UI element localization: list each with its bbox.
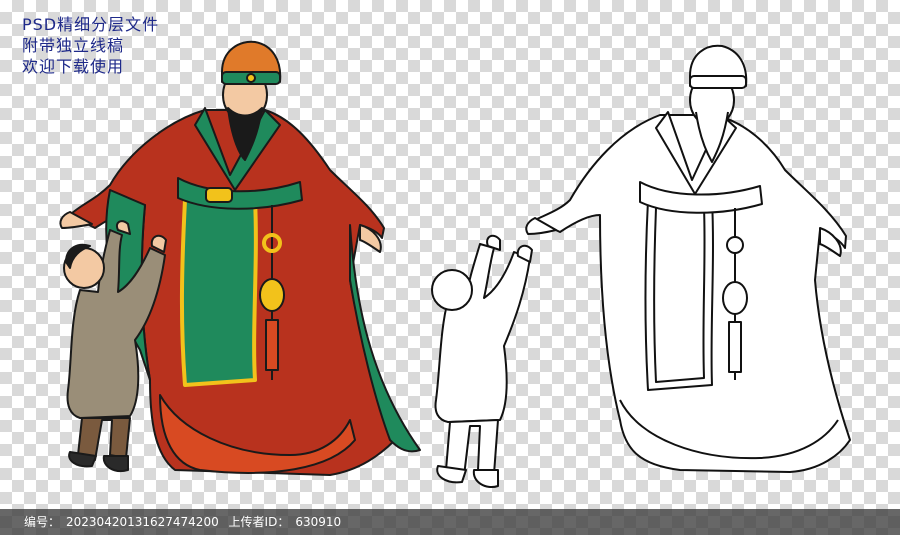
image-id-label: 编号： bbox=[24, 515, 61, 529]
lineart-official-pendant-ornament bbox=[722, 281, 748, 315]
lineart-official-pendant-ring bbox=[726, 236, 744, 254]
official-pendant-tassel bbox=[265, 319, 279, 371]
image-info-bar: 编号： 20230420131627474200 上传者ID： 630910 bbox=[0, 509, 900, 535]
official-pendant-ornament bbox=[259, 278, 285, 312]
artwork-canvas bbox=[59, 40, 851, 488]
lineart-child-head bbox=[431, 269, 473, 311]
official-belt-buckle bbox=[205, 187, 233, 203]
uploader-id-value: 630910 bbox=[295, 515, 342, 529]
lineart-official-figure bbox=[525, 44, 851, 473]
official-hat-jewel bbox=[246, 73, 256, 83]
lineart-official-hat-band bbox=[689, 75, 747, 89]
child-right-shoe bbox=[102, 455, 129, 472]
official-front-panel bbox=[180, 199, 257, 386]
lineart-official-pendant-tassel bbox=[728, 321, 742, 373]
image-meta: 编号： 20230420131627474200 上传者ID： 630910 bbox=[24, 513, 347, 530]
lineart-child-figure bbox=[431, 234, 533, 488]
lineart-child-right-shoe bbox=[472, 469, 499, 488]
image-id-value: 20230420131627474200 bbox=[66, 515, 219, 529]
uploader-label: 上传者ID： bbox=[228, 515, 290, 529]
lineart-child-left-shoe bbox=[436, 465, 467, 484]
lineart-official-inner-panel bbox=[653, 207, 706, 383]
